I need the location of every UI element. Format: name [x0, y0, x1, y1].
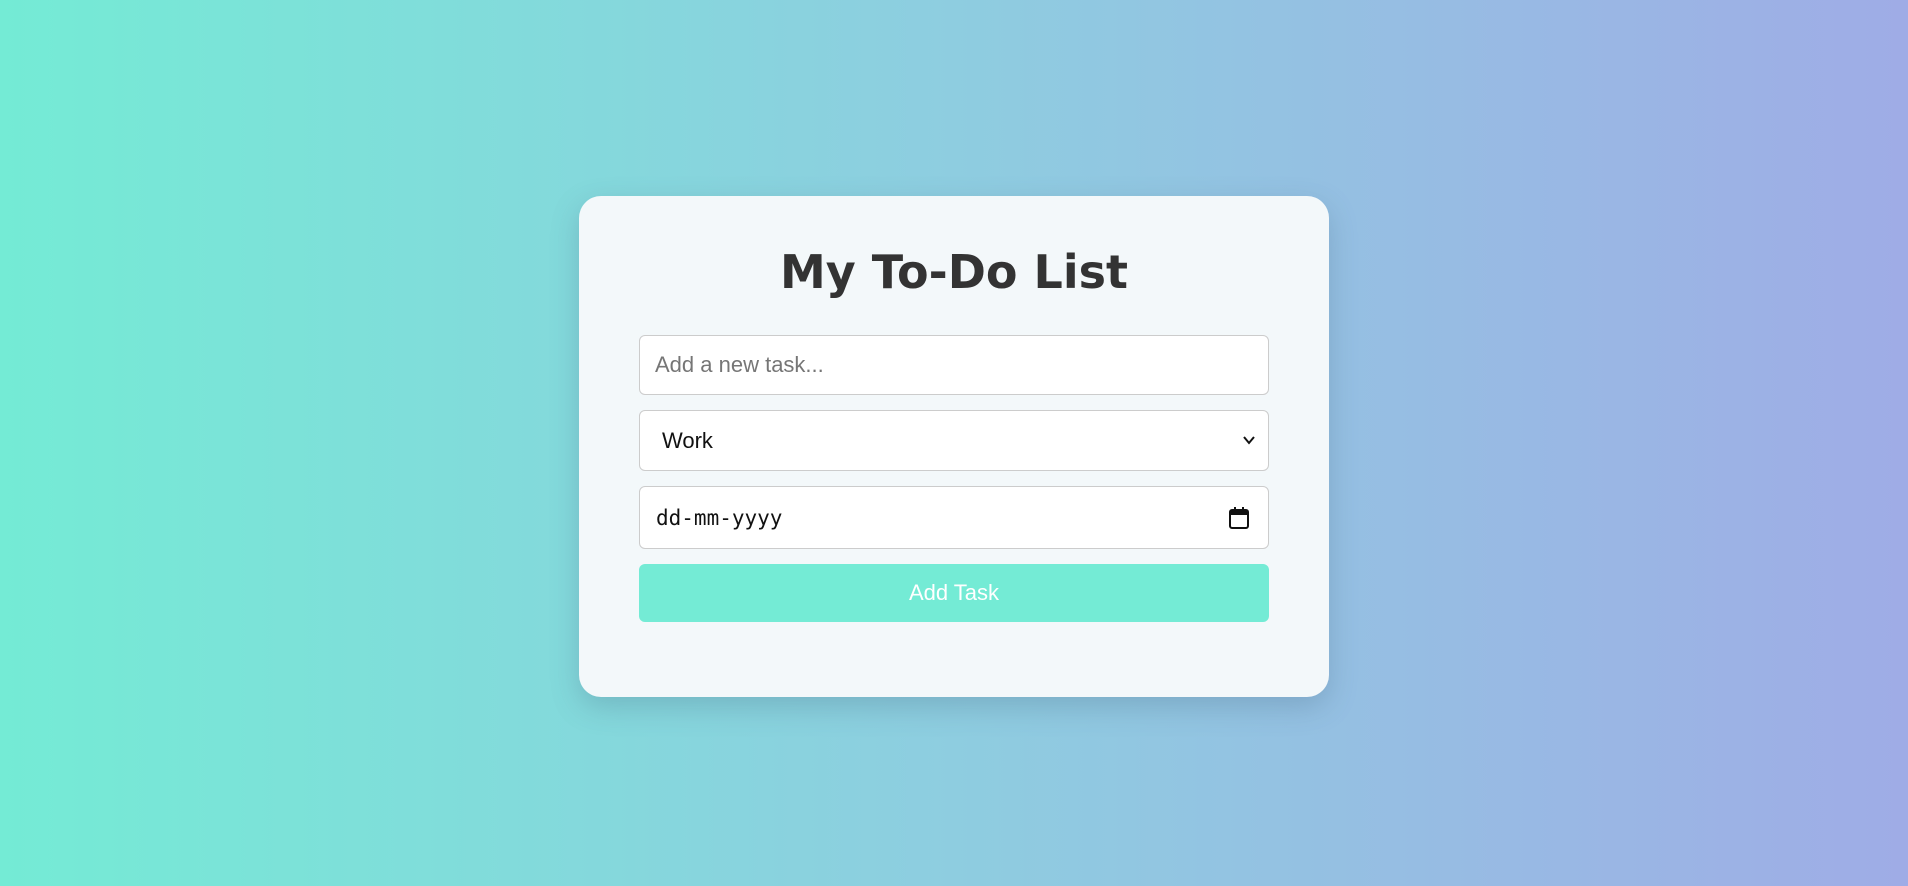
category-select[interactable]: Work — [639, 410, 1269, 471]
calendar-icon[interactable] — [1228, 506, 1250, 530]
due-date-input[interactable]: dd-mm-yyyy — [639, 486, 1269, 549]
date-placeholder: dd-mm-yyyy — [656, 505, 783, 530]
todo-card: My To-Do List Work dd-mm-yyyy Add Task — [579, 196, 1329, 697]
add-task-button[interactable]: Add Task — [639, 564, 1269, 622]
page-title: My To-Do List — [780, 245, 1128, 299]
task-input[interactable] — [639, 335, 1269, 395]
category-selected-value: Work — [662, 427, 713, 453]
chevron-down-icon — [1243, 436, 1255, 445]
